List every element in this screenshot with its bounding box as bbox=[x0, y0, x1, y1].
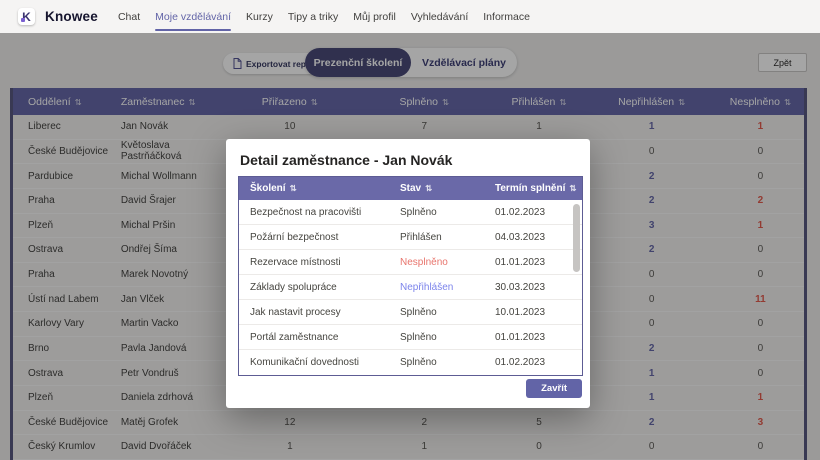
nav-item-tipy-a-triky[interactable]: Tipy a triky bbox=[288, 0, 338, 33]
cell-status: Splněno bbox=[389, 307, 484, 318]
nav-item-informace[interactable]: Informace bbox=[483, 0, 530, 33]
modal-column-header-kolen[interactable]: Školení ⇅ bbox=[239, 183, 389, 194]
training-row: Požární bezpečnostPřihlášen04.03.2023 bbox=[239, 225, 582, 250]
cell-status: Nepřihlášen bbox=[389, 282, 484, 293]
cell-training: Rezervace místnosti bbox=[239, 257, 389, 268]
cell-training: Portál zaměstnance bbox=[239, 332, 389, 343]
nav-item-m-j-profil[interactable]: Můj profil bbox=[353, 0, 396, 33]
nav-item-vyhled-v-n[interactable]: Vyhledávání bbox=[411, 0, 468, 33]
nav-item-kurzy[interactable]: Kurzy bbox=[246, 0, 273, 33]
training-row: Jak nastavit procesySplněno10.01.2023 bbox=[239, 300, 582, 325]
cell-date: 01.02.2023 bbox=[484, 357, 582, 368]
cell-training: Jak nastavit procesy bbox=[239, 307, 389, 318]
training-row: Portál zaměstnanceSplněno01.01.2023 bbox=[239, 325, 582, 350]
modal-column-header-stav[interactable]: Stav ⇅ bbox=[389, 183, 484, 194]
cell-date: 30.03.2023 bbox=[484, 282, 582, 293]
cell-training: Požární bezpečnost bbox=[239, 232, 389, 243]
cell-status: Splněno bbox=[389, 357, 484, 368]
modal-column-header-term-n-spln-n[interactable]: Termín splnění ⇅ bbox=[484, 183, 582, 194]
brand-title: Knowee bbox=[45, 9, 98, 24]
sort-icon: ⇅ bbox=[290, 183, 297, 193]
top-navbar: K Knowee Chat Moje vzdělávání Kurzy Tipy a … bbox=[0, 0, 820, 33]
close-button[interactable]: Zavřít bbox=[526, 379, 582, 398]
cell-date: 01.02.2023 bbox=[484, 207, 582, 218]
nav-item-chat[interactable]: Chat bbox=[118, 0, 140, 33]
cell-status: Splněno bbox=[389, 332, 484, 343]
cell-date: 01.01.2023 bbox=[484, 332, 582, 343]
trainings-header-row: Školení ⇅ Stav ⇅ Termín splnění ⇅ bbox=[239, 177, 582, 200]
trainings-table-body: Bezpečnost na pracovištiSplněno01.02.202… bbox=[239, 200, 582, 375]
modal-title: Detail zaměstnance - Jan Novák bbox=[240, 152, 583, 168]
cell-training: Bezpečnost na pracovišti bbox=[239, 207, 389, 218]
cell-date: 01.01.2023 bbox=[484, 257, 582, 268]
cell-date: 04.03.2023 bbox=[484, 232, 582, 243]
sort-icon: ⇅ bbox=[569, 183, 576, 193]
training-row: Základy spolupráceNepřihlášen30.03.2023 bbox=[239, 275, 582, 300]
nav-item-moje-vzd-l-v-n[interactable]: Moje vzdělávání bbox=[155, 0, 231, 33]
sort-icon: ⇅ bbox=[425, 183, 432, 193]
employee-detail-modal: Detail zaměstnance - Jan Novák Školení⇅S… bbox=[226, 139, 590, 408]
column-label: Termín splnění bbox=[495, 183, 565, 194]
cell-date: 10.01.2023 bbox=[484, 307, 582, 318]
column-label: Školení bbox=[250, 183, 286, 194]
cell-status: Přihlášen bbox=[389, 232, 484, 243]
training-row: Bezpečnost na pracovištiSplněno01.02.202… bbox=[239, 200, 582, 225]
cell-status: Splněno bbox=[389, 207, 484, 218]
knowee-logo-icon: K bbox=[18, 8, 35, 25]
training-row: Komunikační dovednostiSplněno01.02.2023 bbox=[239, 350, 582, 375]
training-row: Rezervace místnostiNesplněno01.01.2023 bbox=[239, 250, 582, 275]
nav-items: Chat Moje vzdělávání Kurzy Tipy a triky Můj … bbox=[118, 0, 545, 33]
logo-dot bbox=[21, 18, 25, 22]
trainings-table: Školení ⇅ Stav ⇅ Termín splnění ⇅ Bezpečnost … bbox=[238, 176, 583, 376]
cell-status: Nesplněno bbox=[389, 257, 484, 268]
modal-scrollbar-thumb[interactable] bbox=[573, 204, 580, 272]
cell-training: Komunikační dovednosti bbox=[239, 357, 389, 368]
column-label: Stav bbox=[400, 183, 421, 194]
cell-training: Základy spolupráce bbox=[239, 282, 389, 293]
